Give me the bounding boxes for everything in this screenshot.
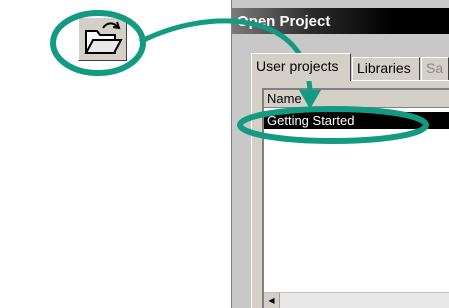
project-list[interactable]: Name Getting Started ◀: [262, 88, 449, 308]
column-header-name[interactable]: Name: [264, 90, 449, 108]
screenshot-stage: Open Project User projects Libraries Sa …: [0, 0, 449, 308]
horizontal-scrollbar[interactable]: ◀: [264, 292, 449, 308]
open-project-button[interactable]: [78, 17, 127, 61]
tab-user-projects[interactable]: User projects: [251, 53, 351, 81]
tab-samples[interactable]: Sa: [421, 57, 449, 80]
tab-libraries[interactable]: Libraries: [352, 57, 420, 80]
dialog-title-bar[interactable]: Open Project: [232, 8, 449, 34]
tab-libraries-label: Libraries: [357, 60, 411, 76]
open-folder-icon: [84, 21, 123, 54]
list-item[interactable]: Getting Started: [264, 112, 449, 129]
scroll-left-arrow-icon[interactable]: ◀: [264, 293, 280, 308]
column-header-label: Name: [267, 91, 302, 106]
dialog-title: Open Project: [237, 13, 331, 30]
tab-samples-label: Sa: [426, 60, 444, 76]
tab-user-projects-label: User projects: [256, 58, 339, 74]
list-item-label: Getting Started: [267, 113, 355, 128]
tab-strip: User projects Libraries Sa: [251, 53, 449, 81]
